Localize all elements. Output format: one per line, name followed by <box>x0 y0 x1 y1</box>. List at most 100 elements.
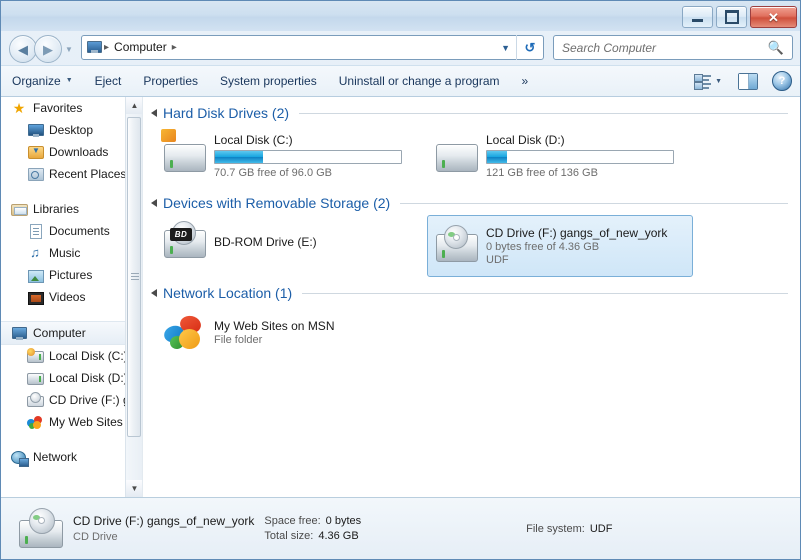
sidebar-item-videos[interactable]: Videos <box>1 286 142 308</box>
drive-capacity-text: 121 GB free of 136 GB <box>486 167 598 179</box>
file-system-row: File system: UDF <box>526 523 612 535</box>
sidebar-item-label: Documents <box>49 224 110 238</box>
videos-icon <box>27 289 44 305</box>
navigation-buttons: ◀ ▶ ▼ <box>9 35 73 63</box>
group-title: Hard Disk Drives (2) <box>163 105 290 121</box>
system-properties-button[interactable]: System properties <box>209 69 328 93</box>
window-controls: ✕ <box>682 6 797 28</box>
sidebar-item-label: Favorites <box>33 101 83 115</box>
close-button[interactable]: ✕ <box>750 6 797 28</box>
network-tile-my-web-sites[interactable]: My Web Sites on MSN File folder <box>155 305 421 359</box>
space-free-label: Space free: <box>264 515 321 527</box>
details-pane: CD Drive (F:) gangs_of_new_york CD Drive… <box>1 497 800 559</box>
group-header-hard-disk-drives[interactable]: Hard Disk Drives (2) <box>143 105 800 121</box>
libraries-icon <box>11 201 28 217</box>
sidebar-item-label: Libraries <box>33 202 80 216</box>
total-size-row: Total size: 4.36 GB <box>264 530 361 542</box>
refresh-icon[interactable]: ↺ <box>516 35 543 60</box>
sidebar-item-recent-places[interactable]: Recent Places <box>1 163 142 185</box>
sidebar-item-label: Music <box>49 246 81 260</box>
navigation-pane: ★ Favorites Desktop Downloads Recent Pla… <box>1 97 143 497</box>
group-divider <box>302 292 788 294</box>
sidebar-item-label: Computer <box>33 326 86 340</box>
downloads-icon <box>27 144 44 160</box>
sidebar-item-network[interactable]: Network <box>1 446 142 468</box>
hard-disk-icon <box>434 136 478 176</box>
sidebar-item-label: My Web Sites or <box>49 415 137 429</box>
scroll-down-button[interactable]: ▼ <box>126 480 142 497</box>
item-name: My Web Sites on MSN <box>214 318 335 333</box>
preview-pane-icon[interactable] <box>738 72 758 90</box>
help-icon[interactable]: ? <box>772 71 792 91</box>
minimize-button[interactable] <box>682 6 713 28</box>
sidebar-item-pictures[interactable]: Pictures <box>1 264 142 286</box>
forward-button[interactable]: ▶ <box>34 35 62 63</box>
recent-pages-dropdown[interactable]: ▼ <box>65 45 73 54</box>
group-header-removable-storage[interactable]: Devices with Removable Storage (2) <box>143 195 800 211</box>
drive-capacity-text: 70.7 GB free of 96.0 GB <box>214 167 333 179</box>
uninstall-or-change-program-button[interactable]: Uninstall or change a program <box>328 69 511 93</box>
details-size-column: Space free: 0 bytes Total size: 4.36 GB <box>264 515 361 542</box>
collapse-triangle-icon[interactable] <box>151 109 157 117</box>
group-divider <box>400 202 788 204</box>
sidebar-item-label: Local Disk (D:) <box>49 371 128 385</box>
organize-button[interactable]: Organize ▼ <box>1 69 84 93</box>
breadcrumb-separator-2[interactable]: ▸ <box>170 42 179 53</box>
sidebar-item-local-disk-c[interactable]: Local Disk (C:) <box>1 345 142 367</box>
toolbar-overflow-button[interactable]: » <box>511 69 540 93</box>
star-icon: ★ <box>12 100 26 116</box>
sidebar-item-local-disk-d[interactable]: Local Disk (D:) <box>1 367 142 389</box>
capacity-bar <box>486 150 674 164</box>
sidebar-item-favorites[interactable]: ★ Favorites <box>1 97 142 119</box>
item-type: File folder <box>214 333 263 346</box>
capacity-bar-fill <box>487 151 508 163</box>
sidebar-item-documents[interactable]: Documents <box>1 220 142 242</box>
properties-button[interactable]: Properties <box>132 69 209 93</box>
scrollbar-grip-icon <box>131 273 139 274</box>
chevron-down-icon: ▼ <box>65 77 73 84</box>
address-bar-row: ◀ ▶ ▼ ▸ Computer ▸ ▼ ↺ Search Computer 🔍 <box>1 31 800 65</box>
address-bar[interactable]: ▸ Computer ▸ ▼ ↺ <box>81 35 544 60</box>
drive-tile-local-disk-c[interactable]: Local Disk (C:) 70.7 GB free of 96.0 GB <box>155 125 421 187</box>
details-filesystem-column: File system: UDF <box>526 523 612 535</box>
msn-butterfly-icon <box>27 414 43 430</box>
group-header-network-location[interactable]: Network Location (1) <box>143 285 800 301</box>
sidebar-item-downloads[interactable]: Downloads <box>1 141 142 163</box>
collapse-triangle-icon[interactable] <box>151 289 157 297</box>
sidebar-item-libraries[interactable]: Libraries <box>1 198 142 220</box>
scrollbar-thumb[interactable] <box>127 117 141 437</box>
cd-drive-icon <box>434 225 478 266</box>
sidebar-item-music[interactable]: ♫ Music <box>1 242 142 264</box>
search-box[interactable]: Search Computer 🔍 <box>553 35 793 60</box>
computer-icon <box>11 325 27 341</box>
change-view-icon[interactable] <box>694 73 712 90</box>
search-input[interactable]: Search Computer <box>554 41 656 55</box>
drive-tile-cd-drive-f[interactable]: CD Drive (F:) gangs_of_new_york 0 bytes … <box>427 215 693 277</box>
sidebar-item-computer[interactable]: Computer <box>1 321 142 345</box>
view-chevron-down-icon[interactable]: ▼ <box>715 78 722 85</box>
drive-tile-local-disk-d[interactable]: Local Disk (D:) 121 GB free of 136 GB <box>427 125 693 187</box>
drive-name: CD Drive (F:) gangs_of_new_york <box>486 226 668 240</box>
sidebar-item-cd-drive-f[interactable]: CD Drive (F:) gar <box>1 389 142 411</box>
cd-drive-icon <box>27 392 44 408</box>
tile-text: Local Disk (C:) 70.7 GB free of 96.0 GB <box>214 133 402 179</box>
sidebar-item-desktop[interactable]: Desktop <box>1 119 142 141</box>
maximize-button[interactable] <box>716 6 747 28</box>
details-primary: CD Drive (F:) gangs_of_new_york CD Drive <box>73 514 254 543</box>
sidebar-item-my-web-sites[interactable]: My Web Sites or <box>1 411 142 433</box>
collapse-triangle-icon[interactable] <box>151 199 157 207</box>
drive-name: BD-ROM Drive (E:) <box>214 235 317 249</box>
close-icon: ✕ <box>768 9 779 25</box>
sidebar-item-label: Downloads <box>49 145 109 159</box>
drive-name: Local Disk (D:) <box>486 133 565 147</box>
sidebar-item-label: Recent Places <box>49 167 127 181</box>
sidebar-scrollbar[interactable]: ▲ ▼ <box>125 97 142 497</box>
scroll-up-button[interactable]: ▲ <box>126 97 142 114</box>
back-button[interactable]: ◀ <box>9 35 37 63</box>
drive-tile-bd-rom-e[interactable]: BD BD-ROM Drive (E:) <box>155 215 421 269</box>
breadcrumb-item-computer[interactable]: Computer <box>111 36 170 59</box>
eject-button[interactable]: Eject <box>84 69 133 93</box>
chevron-down-icon[interactable]: ▼ <box>501 43 516 53</box>
